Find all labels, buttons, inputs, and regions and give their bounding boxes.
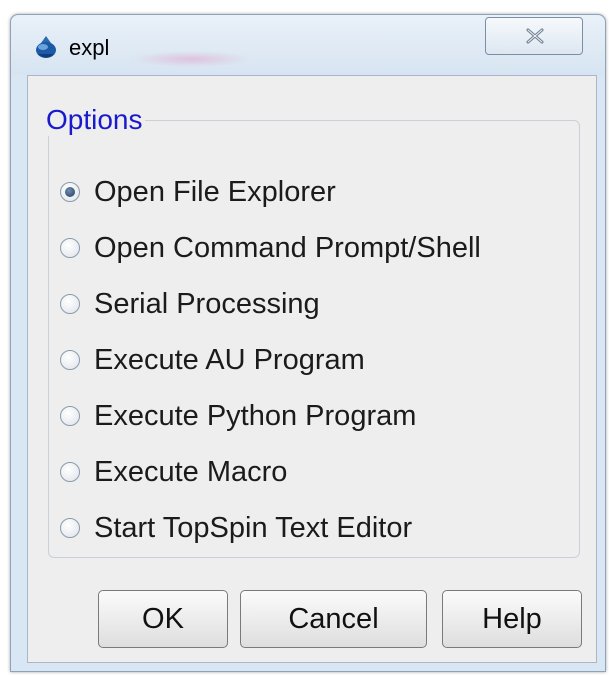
radio-start-text-editor[interactable]: Start TopSpin Text Editor — [60, 500, 481, 556]
radio-button[interactable] — [60, 462, 80, 482]
title-smudge — [131, 51, 251, 67]
ok-button[interactable]: OK — [98, 590, 228, 648]
radio-label: Open File Explorer — [94, 175, 336, 208]
radio-open-command-prompt[interactable]: Open Command Prompt/Shell — [60, 220, 481, 276]
options-radio-list: Open File Explorer Open Command Prompt/S… — [60, 164, 481, 556]
options-legend: Options — [44, 104, 145, 136]
dialog-window: expl Options Open File Explorer Open Com… — [10, 14, 606, 672]
dialog-content: Options Open File Explorer Open Command … — [27, 75, 597, 663]
radio-label: Execute Python Program — [94, 399, 417, 432]
help-button[interactable]: Help — [442, 590, 582, 648]
radio-button[interactable] — [60, 350, 80, 370]
window-title: expl — [69, 35, 110, 60]
close-icon — [526, 28, 544, 44]
radio-execute-python-program[interactable]: Execute Python Program — [60, 388, 481, 444]
radio-open-file-explorer[interactable]: Open File Explorer — [60, 164, 481, 220]
radio-label: Execute Macro — [94, 455, 288, 488]
radio-button[interactable] — [60, 406, 80, 426]
radio-label: Start TopSpin Text Editor — [94, 511, 413, 544]
radio-button[interactable] — [60, 518, 80, 538]
app-icon — [33, 35, 59, 61]
title-bar[interactable]: expl — [11, 15, 605, 75]
radio-execute-macro[interactable]: Execute Macro — [60, 444, 481, 500]
radio-button[interactable] — [60, 294, 80, 314]
close-button[interactable] — [485, 17, 583, 55]
radio-serial-processing[interactable]: Serial Processing — [60, 276, 481, 332]
radio-label: Execute AU Program — [94, 343, 365, 376]
radio-button[interactable] — [60, 238, 80, 258]
radio-button-checked[interactable] — [60, 182, 80, 202]
radio-label: Open Command Prompt/Shell — [94, 231, 481, 264]
cancel-button[interactable]: Cancel — [240, 590, 427, 648]
radio-label: Serial Processing — [94, 287, 320, 320]
radio-execute-au-program[interactable]: Execute AU Program — [60, 332, 481, 388]
